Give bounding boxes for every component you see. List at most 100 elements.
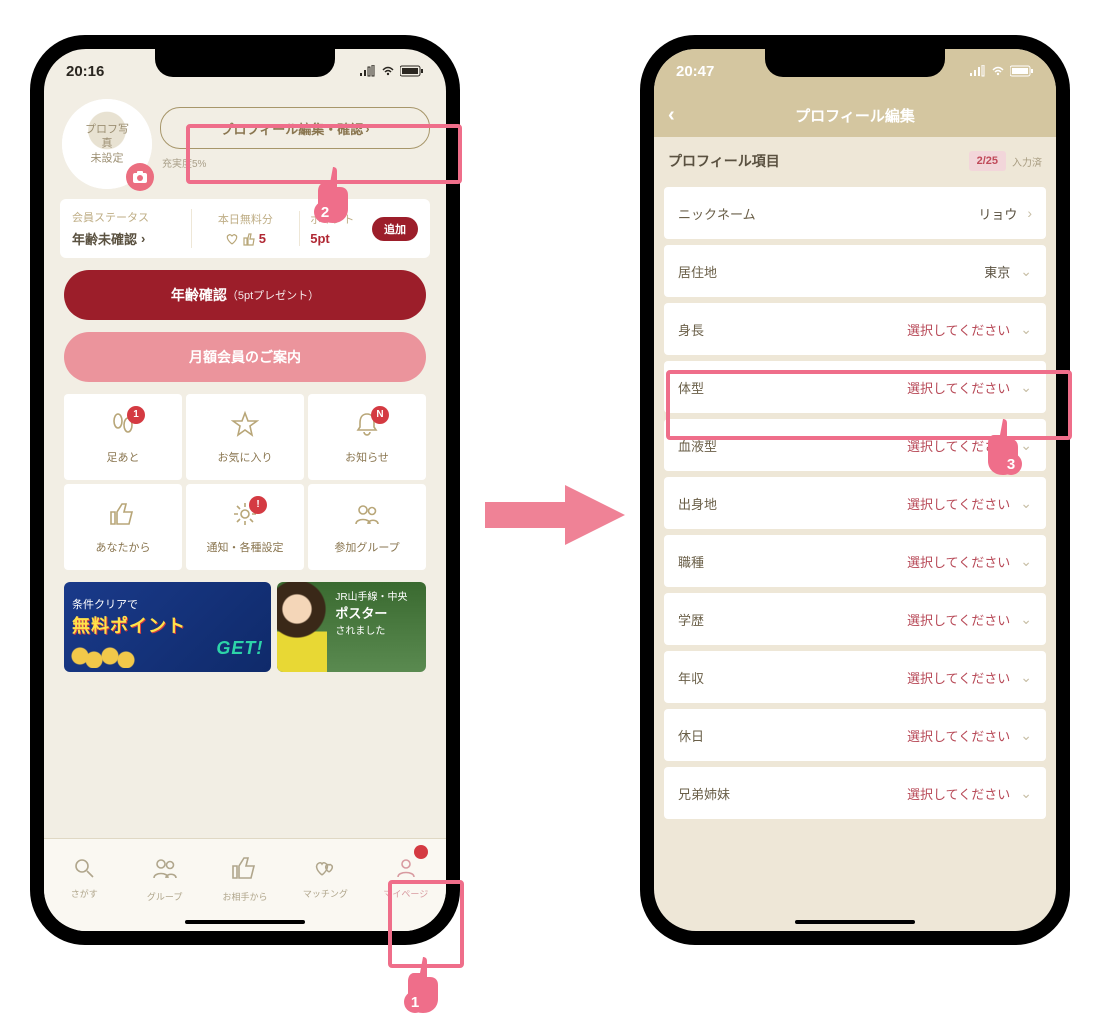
field-ニックネーム[interactable]: ニックネームリョウ ›	[664, 187, 1046, 239]
thumbs-up-icon	[109, 500, 137, 535]
phone-right: 20:47 ‹ プロフィール編集 プロフィール項目 2/25 入力済 ニックネー…	[640, 35, 1070, 945]
chevron-down-icon: ⌄	[1020, 495, 1032, 512]
pointer-badge-3: 3	[980, 417, 1026, 477]
add-points-button[interactable]: 追加	[372, 217, 418, 241]
status-indicators	[970, 65, 1034, 77]
field-value: 選択してください	[907, 726, 1010, 745]
chevron-down-icon: ⌄	[1020, 785, 1032, 802]
home-indicator	[795, 920, 915, 924]
field-label: 兄弟姉妹	[678, 784, 907, 803]
member-status-value[interactable]: 年齢未確認 ›	[72, 229, 191, 248]
badge: N	[371, 406, 389, 424]
tab-グループ[interactable]: グループ	[124, 839, 204, 917]
menu-お気に入り[interactable]: お気に入り	[186, 394, 304, 480]
pointer-badge-2: 2	[310, 165, 356, 225]
field-label: 血液型	[678, 436, 907, 455]
tab-label: さがす	[71, 887, 98, 900]
field-value: 選択してください	[907, 494, 1010, 513]
field-value: リョウ	[978, 204, 1017, 223]
field-年収[interactable]: 年収選択してください⌄	[664, 651, 1046, 703]
field-value: 選択してください	[907, 378, 1010, 397]
notification-dot	[414, 845, 428, 859]
back-button[interactable]: ‹	[668, 104, 675, 127]
chevron-down-icon: ⌄	[1020, 263, 1032, 280]
field-label: 身長	[678, 320, 907, 339]
chevron-down-icon: ⌄	[1020, 321, 1032, 338]
menu-label: 通知・各種設定	[207, 539, 284, 555]
camera-icon[interactable]	[126, 163, 154, 191]
field-value: 選択してください	[907, 552, 1010, 571]
tab-さがす[interactable]: さがす	[44, 839, 124, 917]
tab-マッチング[interactable]: マッチング	[285, 839, 365, 917]
menu-grid: 1 足あと お気に入り N お知らせあなたから! 通知・各種設定 参加グループ	[54, 394, 436, 582]
field-value: 選択してください	[907, 610, 1010, 629]
tab-label: お相手から	[223, 890, 268, 903]
title-bar: ‹ プロフィール編集	[654, 93, 1056, 137]
banner-free-points[interactable]: 条件クリアで 無料ポイント GET!	[64, 582, 271, 672]
notch	[155, 49, 335, 77]
profile-edit-button[interactable]: プロフィール編集・確認 ›	[160, 107, 430, 149]
field-label: 休日	[678, 726, 907, 745]
chevron-right-icon: ›	[1027, 205, 1032, 221]
field-兄弟姉妹[interactable]: 兄弟姉妹選択してください⌄	[664, 767, 1046, 819]
phone-left: 20:16 プロフ写真未設定 プロフィール編集・確認	[30, 35, 460, 945]
field-label: 学歴	[678, 610, 907, 629]
field-体型[interactable]: 体型選択してください⌄	[664, 361, 1046, 413]
status-time: 20:16	[66, 63, 104, 80]
menu-通知・各種設定[interactable]: ! 通知・各種設定	[186, 484, 304, 570]
tab-お相手から[interactable]: お相手から	[205, 839, 285, 917]
menu-足あと[interactable]: 1 足あと	[64, 394, 182, 480]
menu-あなたから[interactable]: あなたから	[64, 484, 182, 570]
profile-fields-list: ニックネームリョウ›居住地東京⌄身長選択してください⌄体型選択してください⌄血液…	[654, 181, 1056, 829]
thumbs-up-icon	[231, 854, 259, 888]
notch	[765, 49, 945, 77]
menu-label: お気に入り	[218, 449, 273, 465]
completion-text: 充実度5%	[162, 155, 428, 170]
field-居住地[interactable]: 居住地東京 ⌄	[664, 245, 1046, 297]
signal-icon	[360, 65, 376, 77]
field-label: 体型	[678, 378, 907, 397]
field-label: ニックネーム	[678, 204, 978, 223]
field-職種[interactable]: 職種選択してください⌄	[664, 535, 1046, 587]
star-icon	[231, 410, 259, 445]
monthly-plan-button[interactable]: 月額会員のご案内	[64, 332, 426, 382]
tab-label: グループ	[147, 890, 182, 903]
field-label: 居住地	[678, 262, 984, 281]
footprints-icon: 1	[109, 410, 137, 445]
banner-poster[interactable]: JR山手線・中央 ポスター されました	[277, 582, 426, 672]
field-出身地[interactable]: 出身地選択してください⌄	[664, 477, 1046, 529]
bell-icon: N	[353, 410, 381, 445]
free-value: 5	[225, 231, 266, 246]
chevron-down-icon: ⌄	[1020, 727, 1032, 744]
menu-お知らせ[interactable]: N お知らせ	[308, 394, 426, 480]
screen-right: 20:47 ‹ プロフィール編集 プロフィール項目 2/25 入力済 ニックネー…	[654, 49, 1056, 931]
thumbs-up-icon	[243, 232, 255, 246]
screen-left: 20:16 プロフ写真未設定 プロフィール編集・確認	[44, 49, 446, 931]
person-icon	[395, 857, 417, 885]
menu-label: 足あと	[107, 449, 140, 465]
gear-icon: !	[231, 500, 259, 535]
search-icon	[73, 857, 95, 885]
tab-label: マッチング	[303, 887, 348, 900]
svg-text:2: 2	[321, 204, 329, 221]
arrow-icon	[485, 480, 625, 550]
profile-header: プロフ写真未設定 プロフィール編集・確認 › 充実度5%	[54, 93, 436, 199]
tab-bar: さがす グループ お相手から マッチング マイページ	[44, 838, 446, 931]
profile-edit-label: プロフィール編集・確認	[220, 119, 363, 138]
field-label: 職種	[678, 552, 907, 571]
menu-label: お知らせ	[345, 449, 389, 465]
field-value: 選択してください	[907, 320, 1010, 339]
field-学歴[interactable]: 学歴選択してください⌄	[664, 593, 1046, 645]
field-休日[interactable]: 休日選択してください ⌄	[664, 709, 1046, 761]
field-身長[interactable]: 身長選択してください ⌄	[664, 303, 1046, 355]
age-verify-button[interactable]: 年齢確認（5ptプレゼント）	[64, 270, 426, 320]
menu-参加グループ[interactable]: 参加グループ	[308, 484, 426, 570]
avatar[interactable]: プロフ写真未設定	[62, 99, 152, 189]
field-value: 東京	[984, 262, 1010, 281]
section-title: プロフィール項目	[668, 151, 780, 171]
tab-マイページ[interactable]: マイページ	[366, 839, 446, 917]
wifi-icon	[990, 65, 1006, 77]
svg-text:3: 3	[1007, 456, 1015, 473]
chevron-right-icon: ›	[365, 121, 369, 136]
field-value: 選択してください	[907, 668, 1010, 687]
